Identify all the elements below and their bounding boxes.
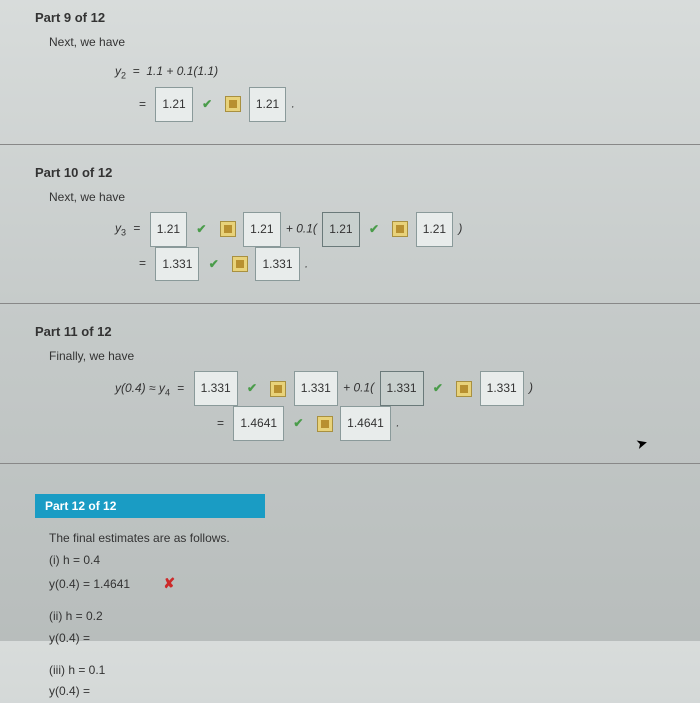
y4-v1-reveal: 1.331: [294, 371, 338, 406]
divider: [0, 303, 700, 304]
reveal-icon[interactable]: [456, 381, 472, 397]
y3-v1-reveal: 1.21: [243, 212, 280, 247]
y4-v2-reveal: 1.331: [480, 371, 524, 406]
part-10-header: Part 10 of 12: [35, 165, 680, 180]
reveal-icon[interactable]: [317, 416, 333, 432]
p12-iii-y: y(0.4) =: [49, 681, 680, 703]
part-9-eq1: y2 = 1.1 + 0.1(1.1): [115, 57, 680, 87]
p12-i-y: y(0.4) = 1.4641: [49, 577, 130, 591]
equals: =: [133, 221, 140, 235]
part-11-intro: Finally, we have: [49, 349, 680, 363]
check-icon: ✔: [433, 374, 443, 403]
period: .: [292, 97, 295, 111]
divider: [0, 144, 700, 145]
part-10-eq2: = 1.331 ✔ 1.331 .: [135, 247, 680, 282]
p12-ii-h: (ii) h = 0.2: [49, 606, 680, 628]
reveal-icon[interactable]: [225, 96, 241, 112]
y3-v2-reveal: 1.21: [416, 212, 453, 247]
p12-intro: The final estimates are as follows.: [49, 528, 680, 550]
y4-ans-reveal: 1.4641: [340, 406, 391, 441]
part-12-tab: Part 12 of 12: [35, 494, 265, 518]
check-icon: ✔: [202, 90, 212, 119]
cross-icon: ✘: [163, 575, 175, 591]
equals: =: [177, 381, 184, 395]
reveal-icon[interactable]: [392, 221, 408, 237]
y4-v1-input[interactable]: 1.331: [194, 371, 238, 406]
close-paren: ): [529, 381, 533, 395]
reveal-icon[interactable]: [232, 256, 248, 272]
part-11-eq2: = 1.4641 ✔ 1.4641 .: [213, 406, 680, 441]
reveal-icon[interactable]: [270, 381, 286, 397]
y2-answer-reveal: 1.21: [249, 87, 286, 122]
y3-lhs: y3: [115, 221, 126, 235]
y2-expr: y2 = 1.1 + 0.1(1.1): [115, 64, 218, 78]
p12-ii-y: y(0.4) =: [49, 628, 680, 650]
close-paren: ): [458, 221, 462, 235]
equals: =: [139, 97, 146, 111]
y2-answer-input[interactable]: 1.21: [155, 87, 192, 122]
part-10: Part 10 of 12 Next, we have y3 = 1.21 ✔ …: [35, 165, 680, 282]
p12-i-h: (i) h = 0.4: [49, 550, 680, 572]
check-icon: ✔: [209, 250, 219, 279]
y4-v2-input[interactable]: 1.331: [380, 371, 424, 406]
part-9-eq2: = 1.21 ✔ 1.21 .: [135, 87, 680, 122]
equals: =: [139, 256, 146, 270]
part-12: Part 12 of 12 The final estimates are as…: [35, 484, 680, 703]
part-10-eq1: y3 = 1.21 ✔ 1.21 + 0.1( 1.21 ✔ 1.21 ): [115, 212, 680, 247]
y3-ans-input[interactable]: 1.331: [155, 247, 199, 282]
check-icon: ✔: [369, 215, 379, 244]
divider: [0, 463, 700, 464]
y3-v2-input[interactable]: 1.21: [322, 212, 359, 247]
plus-0.1-open: + 0.1(: [343, 381, 374, 395]
part-11-header: Part 11 of 12: [35, 324, 680, 339]
part-9: Part 9 of 12 Next, we have y2 = 1.1 + 0.…: [35, 10, 680, 122]
equals: =: [217, 416, 224, 430]
part-9-intro: Next, we have: [49, 35, 680, 49]
check-icon: ✔: [196, 215, 206, 244]
part-11-eq1: y(0.4) ≈ y4 = 1.331 ✔ 1.331 + 0.1( 1.331…: [115, 371, 680, 406]
y3-v1-input[interactable]: 1.21: [150, 212, 187, 247]
y4-lhs: y(0.4) ≈ y4: [115, 381, 170, 395]
part-10-intro: Next, we have: [49, 190, 680, 204]
period: .: [396, 416, 399, 430]
y3-ans-reveal: 1.331: [255, 247, 299, 282]
reveal-icon[interactable]: [220, 221, 236, 237]
check-icon: ✔: [293, 409, 303, 438]
check-icon: ✔: [247, 374, 257, 403]
p12-iii-h: (iii) h = 0.1: [49, 660, 680, 682]
part-9-header: Part 9 of 12: [35, 10, 680, 25]
p12-i-y-row: y(0.4) = 1.4641 ✘: [49, 571, 680, 596]
y4-ans-input[interactable]: 1.4641: [233, 406, 284, 441]
part-11: Part 11 of 12 Finally, we have y(0.4) ≈ …: [35, 324, 680, 441]
period: .: [305, 256, 308, 270]
plus-0.1-open: + 0.1(: [286, 221, 317, 235]
